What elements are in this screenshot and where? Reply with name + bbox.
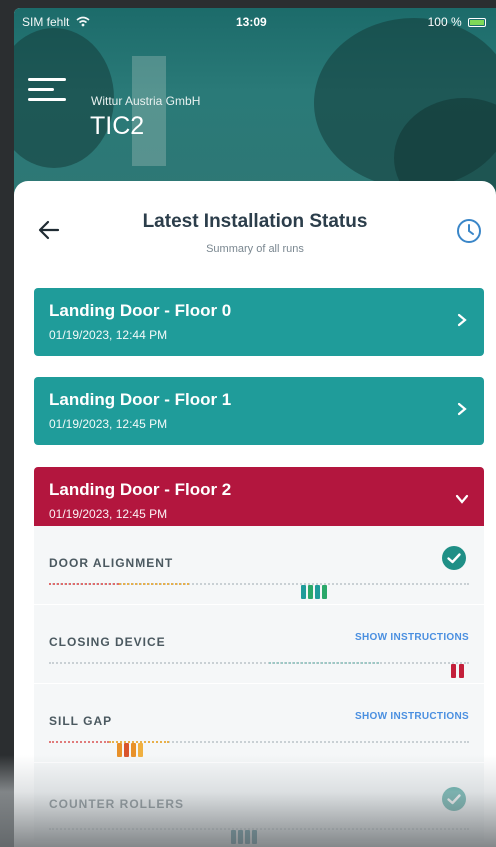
scale-indicator [131, 743, 136, 757]
carrier-label: SIM fehlt [22, 15, 90, 29]
door-name: Landing Door - Floor 2 [49, 480, 232, 499]
door-date: 01/19/2023, 12:44 PM [49, 328, 168, 342]
page-subtitle: Summary of all runs [206, 243, 304, 255]
door-name: Landing Door - Floor 0 [49, 301, 232, 320]
app-screen: SIM fehlt 13:09 100 % Wittur Austria Gmb… [14, 8, 496, 847]
page-title: Latest Installation Status [142, 211, 368, 232]
door-name: Landing Door - Floor 1 [49, 390, 232, 409]
door-date: 01/19/2023, 12:45 PM [49, 507, 168, 521]
status-sheet: Latest Installation Status Summary of al… [14, 181, 496, 847]
check-row-counter-rollers[interactable]: COUNTER ROLLERS [34, 763, 484, 844]
battery-status: 100 % [428, 15, 486, 29]
battery-level: 100 % [427, 15, 462, 29]
scale-indicator [252, 830, 257, 844]
scale-indicator [315, 585, 320, 599]
clock-time: 13:09 [236, 15, 267, 29]
chevron-right-icon [457, 313, 467, 327]
company-name: Wittur Austria GmbH [91, 94, 201, 108]
check-row-sill-gap[interactable]: SILL GAP SHOW INSTRUCTIONS [34, 684, 484, 763]
door-card-floor-1[interactable]: Landing Door - Floor 1 01/19/2023, 12:45… [34, 377, 484, 445]
measurement-scale [49, 580, 469, 599]
check-name: COUNTER ROLLERS [49, 797, 184, 811]
scale-indicator [245, 830, 250, 844]
scale-indicator [117, 743, 122, 757]
door-card-floor-2[interactable]: Landing Door - Floor 2 01/19/2023, 12:45… [34, 467, 484, 535]
scale-zone-bad [49, 583, 119, 585]
measurement-scale [49, 659, 469, 678]
scale-indicator [231, 830, 236, 844]
battery-icon [468, 18, 486, 27]
scale-line [49, 662, 469, 664]
wifi-icon [76, 16, 90, 27]
scale-zone-ok [269, 662, 379, 664]
measurement-scale [49, 825, 469, 844]
chevron-right-icon [457, 402, 467, 416]
scale-indicator [138, 743, 143, 757]
door-date: 01/19/2023, 12:45 PM [49, 417, 168, 431]
scale-zone-warn [119, 583, 189, 585]
history-clock-icon[interactable] [455, 217, 483, 245]
scale-indicator [451, 664, 456, 678]
show-instructions-link[interactable]: SHOW INSTRUCTIONS [355, 632, 469, 643]
check-list: DOOR ALIGNMENT CLOSING DEVICE SHOW INSTR… [34, 526, 484, 844]
scale-indicator [459, 664, 464, 678]
check-row-door-alignment[interactable]: DOOR ALIGNMENT [34, 526, 484, 605]
check-name: DOOR ALIGNMENT [49, 556, 174, 570]
scale-indicator [301, 585, 306, 599]
carrier-text: SIM fehlt [22, 15, 70, 29]
scale-indicator [322, 585, 327, 599]
check-name: SILL GAP [49, 714, 113, 728]
background-building [132, 56, 166, 166]
device-name: TIC2 [90, 112, 145, 140]
scale-indicator [124, 743, 129, 757]
measurement-scale [49, 738, 469, 757]
scale-zone-bad [49, 741, 109, 743]
scale-indicator [238, 830, 243, 844]
show-instructions-link[interactable]: SHOW INSTRUCTIONS [355, 711, 469, 722]
check-name: CLOSING DEVICE [49, 635, 166, 649]
status-bar: SIM fehlt 13:09 100 % [14, 8, 496, 36]
chevron-down-icon [455, 494, 469, 504]
scale-line [49, 828, 469, 830]
check-circle-icon [442, 787, 466, 811]
check-row-closing-device[interactable]: CLOSING DEVICE SHOW INSTRUCTIONS [34, 605, 484, 684]
hamburger-menu-icon[interactable] [28, 78, 66, 101]
check-circle-icon [442, 546, 466, 570]
door-card-floor-0[interactable]: Landing Door - Floor 0 01/19/2023, 12:44… [34, 288, 484, 356]
scale-indicator [308, 585, 313, 599]
